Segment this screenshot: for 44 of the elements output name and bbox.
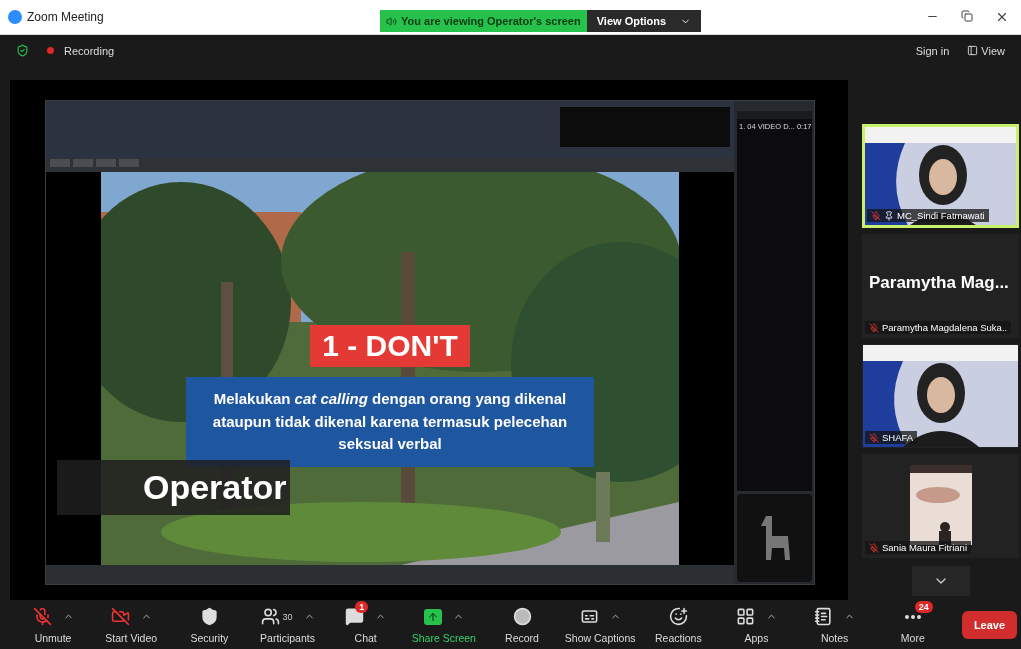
view-icon [967, 45, 979, 57]
toolbar-button[interactable]: Security [170, 605, 249, 644]
participant-count: 30 [282, 611, 293, 622]
shield-icon [199, 607, 219, 627]
participant-name: Sania Maura Fitriani [865, 541, 971, 555]
participant-display-name: Paramytha Mag... [869, 273, 1009, 294]
record-icon [512, 607, 532, 627]
more-icon [904, 614, 921, 619]
notes-icon [814, 607, 834, 627]
leave-button[interactable]: Leave [961, 610, 1018, 639]
mic-off-icon [32, 607, 52, 627]
slide-heading: 1 - DON'T [310, 324, 470, 367]
toolbar-button[interactable]: Unmute [14, 605, 93, 644]
restore-icon[interactable] [961, 9, 973, 22]
recording-dot-icon [47, 47, 54, 55]
share-banner: You are viewing Operator's screen [380, 10, 587, 32]
toolbar-button[interactable]: Notes [795, 605, 874, 644]
view-button[interactable]: View [967, 44, 1005, 57]
presenter-name: Operator [57, 460, 290, 516]
app-logo-icon [8, 9, 22, 24]
toolbar-button[interactable]: Record [482, 605, 562, 644]
shield-check-icon[interactable] [16, 44, 29, 58]
sign-in-link[interactable]: Sign in [915, 44, 950, 57]
toolbar-button[interactable]: 30 Participants [248, 605, 327, 644]
view-options-button[interactable]: View Options [586, 10, 702, 32]
recording-label: Recording [64, 44, 115, 57]
toolbar-button[interactable]: Reactions [639, 605, 718, 644]
share-icon [423, 608, 442, 625]
toolbar-button[interactable]: Share Screen [404, 605, 483, 644]
apps-icon [736, 607, 755, 627]
window-title: Zoom Meeting [27, 9, 104, 24]
toolbar-button[interactable]: Apps [717, 605, 796, 644]
people-icon [260, 607, 280, 627]
smile-icon [668, 607, 688, 627]
participant-name: MC_Sindi Fatmawati [867, 209, 989, 223]
slide-text: Melakukan cat calling dengan orang yang dikenal ataupun tidak dikenal karena termasuk pelecehan seksual verbal [186, 376, 594, 467]
notification-badge: 1 [355, 600, 369, 613]
participant-name: SHAFA [865, 431, 918, 445]
playlist-search-field[interactable] [737, 111, 812, 120]
toolbar-button[interactable]: Show Captions [561, 605, 640, 644]
toolbar-button[interactable]: Start Video [92, 605, 171, 644]
video-off-icon [110, 607, 130, 627]
notification-badge: 24 [914, 600, 933, 613]
participant-name: Paramytha Magdalena Suka.. [865, 321, 1012, 335]
